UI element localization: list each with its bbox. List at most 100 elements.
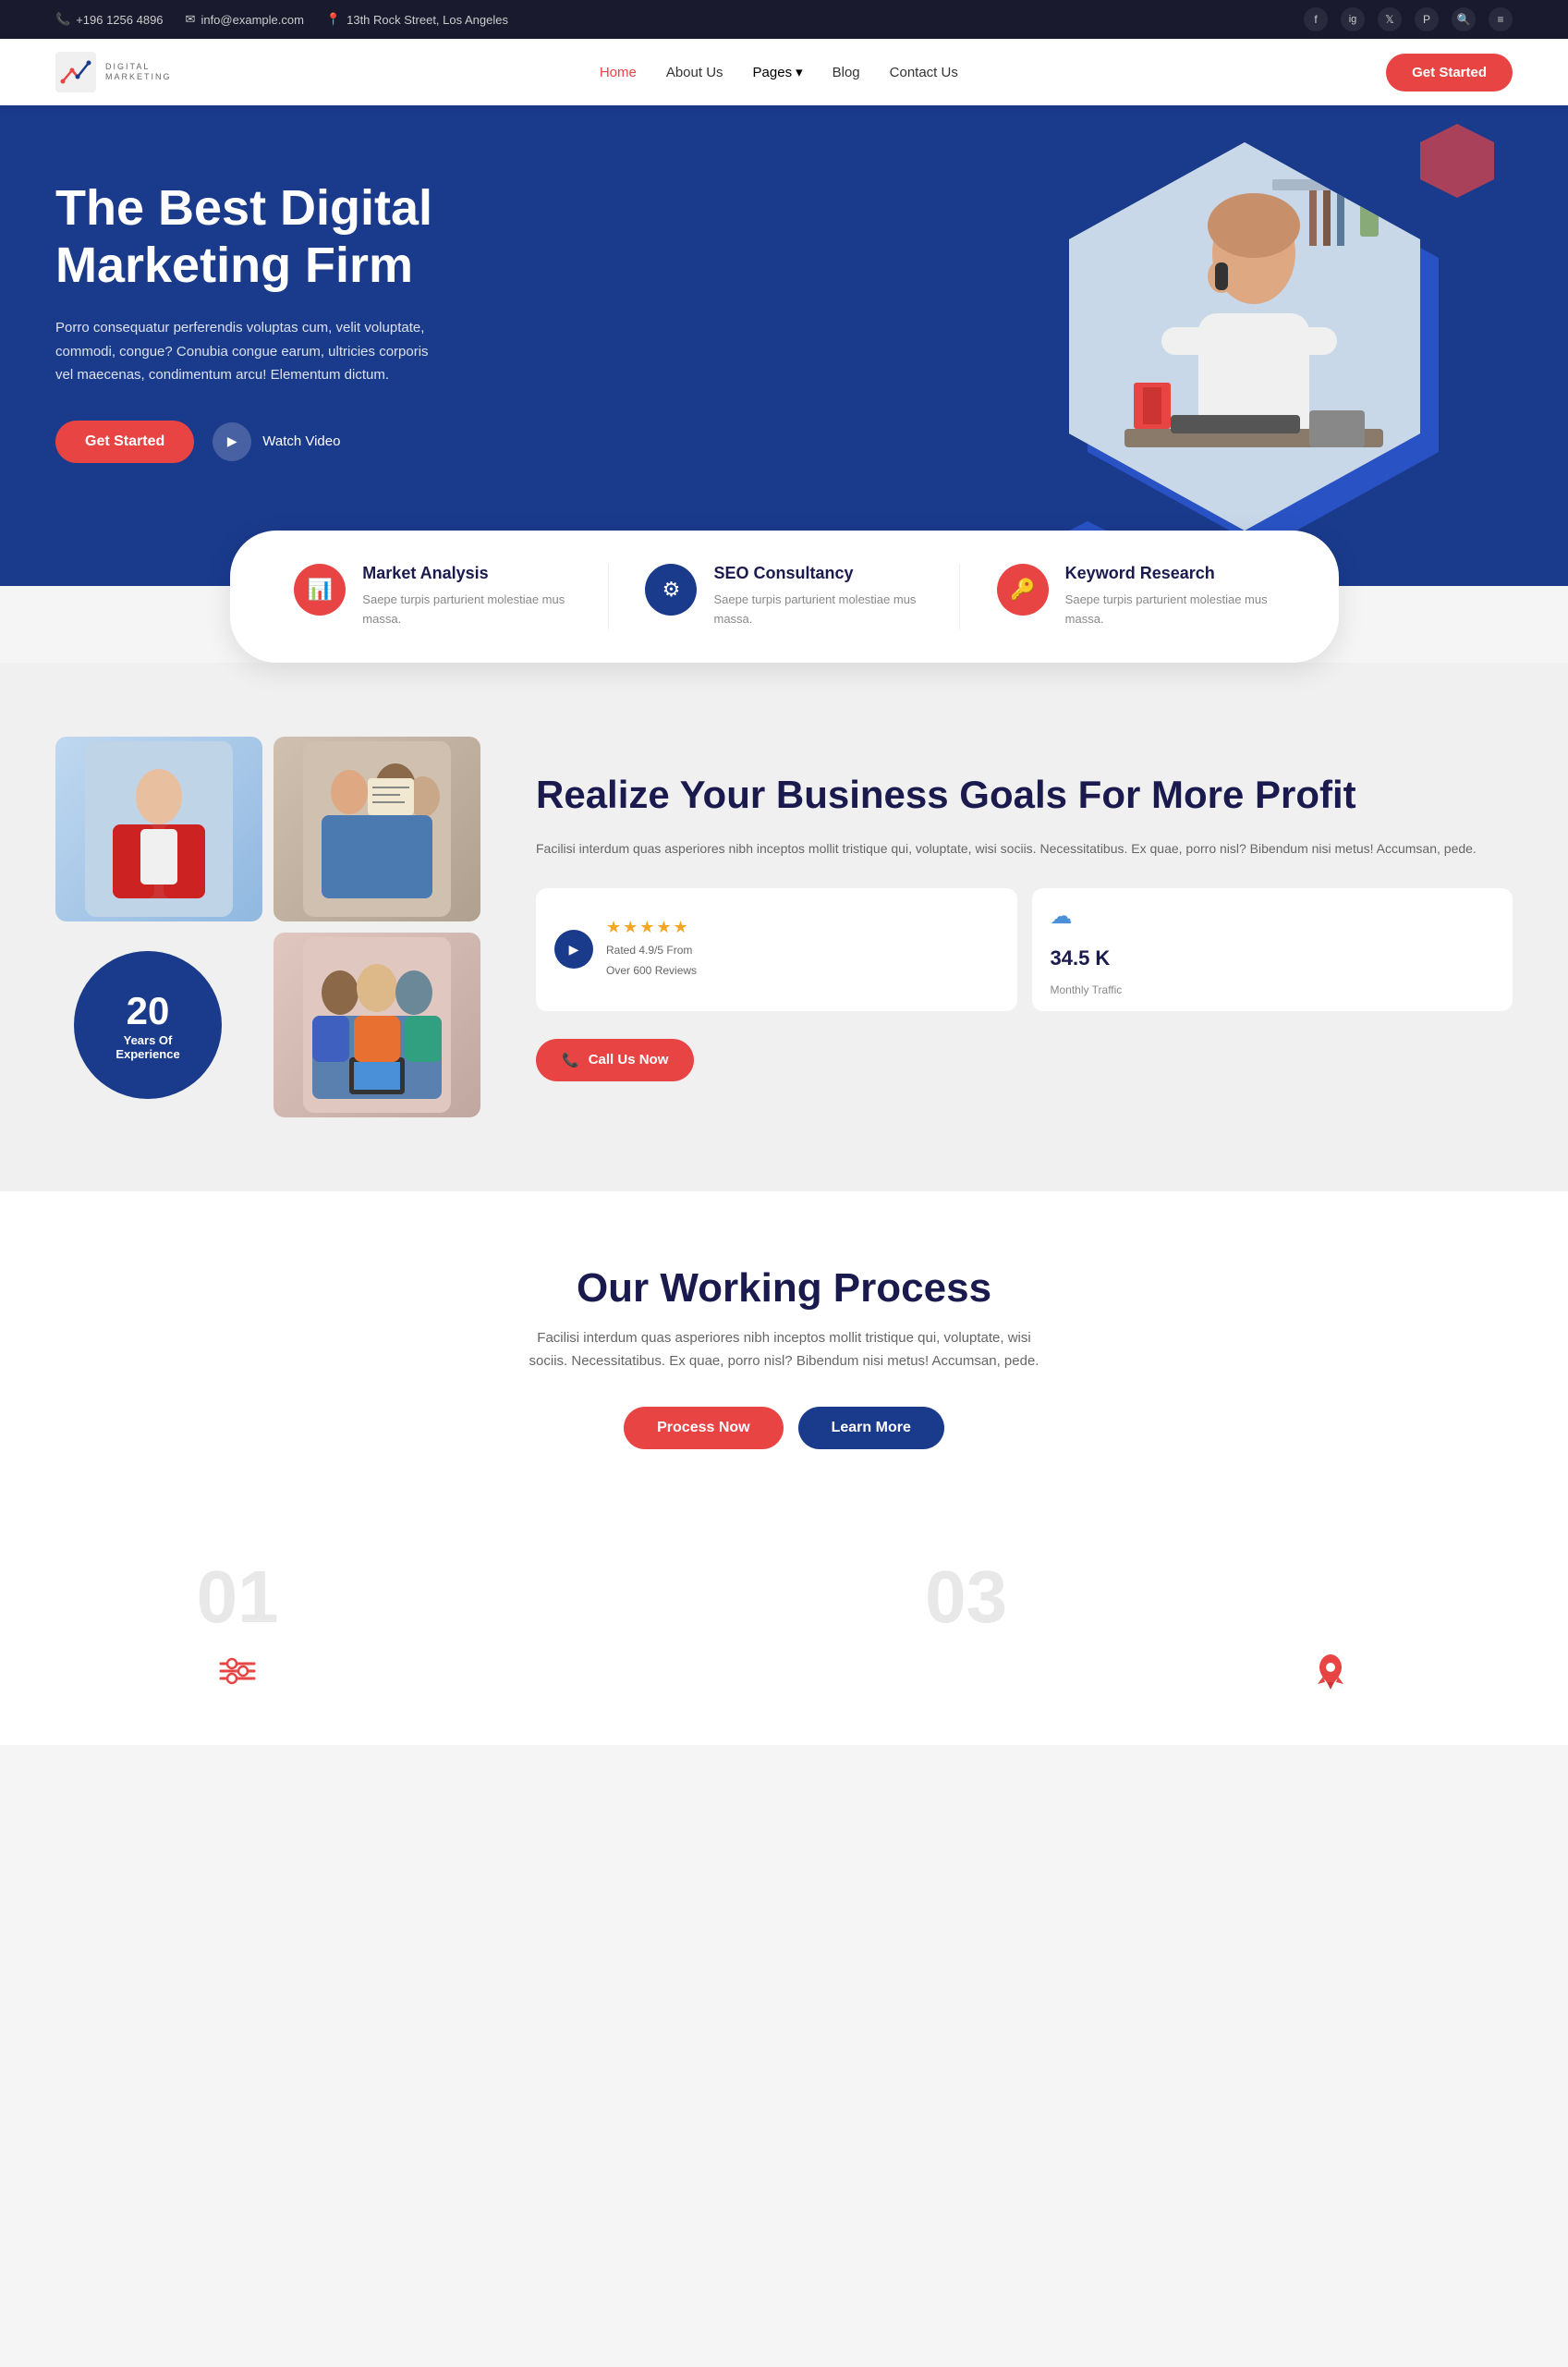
hero-description: Porro consequatur perferendis voluptas c… <box>55 316 444 387</box>
service-divider-2 <box>959 564 960 629</box>
keyword-text: Keyword Research Saepe turpis parturient… <box>1065 564 1274 629</box>
step-3-num: 03 <box>874 1560 1059 1634</box>
process-step-3: 03 <box>874 1560 1059 1708</box>
team-meeting-svg <box>303 741 451 917</box>
process-steps: 01 02 03 04 <box>0 1560 1568 1745</box>
navbar: DIGITAL MARKETING Home About Us Pages ▾ … <box>0 39 1568 105</box>
rated-label: Rated 4.9/5 From <box>606 941 697 961</box>
nav-home[interactable]: Home <box>600 65 637 80</box>
hero-image <box>1069 142 1494 586</box>
dropdown-arrow: ▾ <box>796 64 803 80</box>
email-icon: ✉ <box>186 12 196 27</box>
service-divider-1 <box>608 564 609 629</box>
logo-text: DIGITAL MARKETING <box>105 62 172 82</box>
phone-number: +196 1256 4896 <box>76 13 163 27</box>
step-1-num: 01 <box>145 1560 330 1634</box>
goals-stats: ▶ ★★★★★ Rated 4.9/5 From Over 600 Review… <box>536 888 1513 1011</box>
call-now-button[interactable]: 📞 Call Us Now <box>536 1039 694 1081</box>
market-analysis-title: Market Analysis <box>362 564 571 583</box>
services-card: 📊 Market Analysis Saepe turpis parturien… <box>230 531 1339 663</box>
rating-box: ▶ ★★★★★ Rated 4.9/5 From Over 600 Review… <box>536 888 1017 1011</box>
email-address: info@example.com <box>201 13 303 27</box>
reviews-label: Over 600 Reviews <box>606 961 697 982</box>
nav-pages[interactable]: Pages ▾ <box>753 64 803 80</box>
goals-content: Realize Your Business Goals For More Pro… <box>536 772 1513 1081</box>
hero-buttons: Get Started ▶ Watch Video <box>55 421 536 463</box>
hero-watch-video-button[interactable]: ▶ Watch Video <box>213 422 340 461</box>
traffic-label: Monthly Traffic <box>1051 983 1123 996</box>
map-icon: 📍 <box>326 12 341 27</box>
top-bar: 📞 +196 1256 4896 ✉ info@example.com 📍 13… <box>0 0 1568 39</box>
search-icon[interactable]: 🔍 <box>1452 7 1476 31</box>
goals-image-1 <box>55 737 262 921</box>
keyword-icon: 🔑 <box>997 564 1049 616</box>
hero-content: The Best Digital Marketing Firm Porro co… <box>55 179 536 463</box>
phone-icon-btn: 📞 <box>562 1052 579 1068</box>
cloud-icon: ☁ <box>1051 903 1073 930</box>
goals-description: Facilisi interdum quas asperiores nibh i… <box>536 837 1513 860</box>
goals-image-2 <box>273 737 480 921</box>
settings-sliders-icon <box>217 1651 258 1691</box>
seo-text: SEO Consultancy Saepe turpis parturient … <box>713 564 922 629</box>
nav-cta-button[interactable]: Get Started <box>1386 54 1513 92</box>
rocket-icon <box>1310 1651 1351 1691</box>
address-text: 13th Rock Street, Los Angeles <box>346 13 508 27</box>
experience-badge: 20 Years OfExperience <box>74 951 222 1099</box>
process-step-1: 01 <box>145 1560 330 1708</box>
instagram-icon[interactable]: ig <box>1341 7 1365 31</box>
address-info: 📍 13th Rock Street, Los Angeles <box>326 12 508 27</box>
service-item-seo: ⚙ SEO Consultancy Saepe turpis parturien… <box>645 564 922 629</box>
goals-title: Realize Your Business Goals For More Pro… <box>536 772 1513 818</box>
nav-links: Home About Us Pages ▾ Blog Contact Us <box>600 64 958 80</box>
step-1-icon <box>210 1643 265 1699</box>
star-rating: ★★★★★ <box>606 918 697 937</box>
logo: DIGITAL MARKETING <box>55 52 172 92</box>
keyword-desc: Saepe turpis parturient molestiae mus ma… <box>1065 591 1274 629</box>
step-3-icon <box>939 1643 994 1699</box>
step-2-icon <box>574 1643 629 1699</box>
years-number: 20 <box>127 989 170 1033</box>
step-4-icon <box>1303 1643 1358 1699</box>
phone-info: 📞 +196 1256 4896 <box>55 12 164 27</box>
process-step-2: 02 <box>509 1560 694 1708</box>
service-item-keyword: 🔑 Keyword Research Saepe turpis parturie… <box>997 564 1274 629</box>
nav-blog[interactable]: Blog <box>833 65 860 80</box>
top-bar-contact: 📞 +196 1256 4896 ✉ info@example.com 📍 13… <box>55 12 508 27</box>
twitter-icon[interactable]: 𝕏 <box>1378 7 1402 31</box>
nav-contact[interactable]: Contact Us <box>890 65 958 80</box>
process-step-4: 04 <box>1238 1560 1423 1708</box>
keyword-title: Keyword Research <box>1065 564 1274 583</box>
process-buttons: Process Now Learn More <box>55 1407 1513 1449</box>
traffic-value: 34.5 K <box>1051 946 1111 970</box>
hero-get-started-button[interactable]: Get Started <box>55 421 194 463</box>
process-description: Facilisi interdum quas asperiores nibh i… <box>517 1326 1052 1373</box>
menu-icon[interactable]: ≡ <box>1489 7 1513 31</box>
phone-icon: 📞 <box>55 12 70 27</box>
logo-icon <box>55 52 96 92</box>
hero-title: The Best Digital Marketing Firm <box>55 179 536 294</box>
seo-icon: ⚙ <box>645 564 697 616</box>
market-analysis-desc: Saepe turpis parturient molestiae mus ma… <box>362 591 571 629</box>
goals-image-3 <box>273 933 480 1117</box>
pinterest-icon[interactable]: P <box>1415 7 1439 31</box>
process-title: Our Working Process <box>55 1265 1513 1312</box>
market-analysis-icon: 📊 <box>294 564 346 616</box>
nav-about[interactable]: About Us <box>666 65 723 80</box>
hero-section: The Best Digital Marketing Firm Porro co… <box>0 105 1568 586</box>
email-info: ✉ info@example.com <box>186 12 304 27</box>
process-now-button[interactable]: Process Now <box>624 1407 783 1449</box>
learn-more-button[interactable]: Learn More <box>798 1407 944 1449</box>
process-section: Our Working Process Facilisi interdum qu… <box>0 1191 1568 1560</box>
hex-accent-top <box>1420 124 1494 198</box>
goals-section: 20 Years OfExperience <box>0 663 1568 1191</box>
social-links: f ig 𝕏 P 🔍 ≡ <box>1304 7 1513 31</box>
facebook-icon[interactable]: f <box>1304 7 1328 31</box>
group-office-svg <box>303 937 451 1113</box>
years-label: Years OfExperience <box>106 1033 188 1061</box>
rating-info: ★★★★★ Rated 4.9/5 From Over 600 Reviews <box>606 918 697 981</box>
services-strip: 📊 Market Analysis Saepe turpis parturien… <box>0 531 1568 663</box>
call-now-label: Call Us Now <box>589 1052 669 1068</box>
traffic-box: ☁ 34.5 K Monthly Traffic <box>1032 888 1513 1011</box>
play-button[interactable]: ▶ <box>554 930 593 969</box>
goals-images: 20 Years OfExperience <box>55 737 480 1117</box>
